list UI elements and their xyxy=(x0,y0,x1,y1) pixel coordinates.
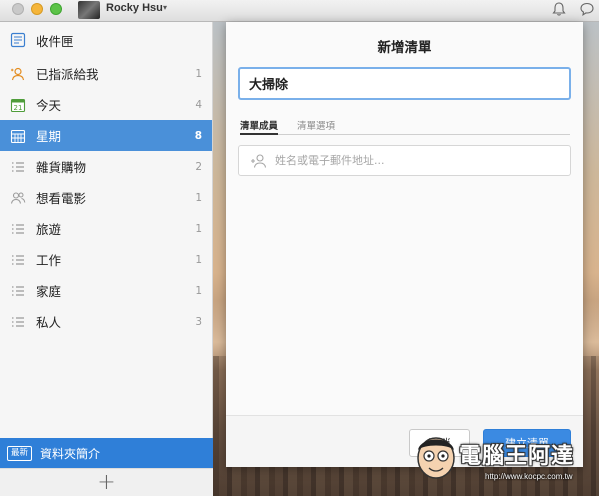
sidebar-item-count: 4 xyxy=(195,98,202,111)
sidebar-item-assigned[interactable]: 已指派給我 1 xyxy=(0,58,212,89)
list-icon xyxy=(10,221,26,237)
sidebar-item-work[interactable]: 工作 1 xyxy=(0,244,212,275)
add-list-button[interactable]: + xyxy=(0,468,213,496)
user-name[interactable]: Rocky Hsu xyxy=(106,2,163,14)
sidebar-item-label: 旅遊 xyxy=(36,222,62,237)
watermark-text: 電腦王阿達 xyxy=(459,444,575,469)
sidebar-item-count: 1 xyxy=(195,67,202,80)
sidebar-item-label: 今天 xyxy=(36,98,62,113)
minimize-window-button[interactable] xyxy=(31,3,43,15)
sidebar-item-movies[interactable]: 想看電影 1 xyxy=(0,182,212,213)
sidebar-item-count: 8 xyxy=(194,129,202,142)
sidebar-item-label: 收件匣 xyxy=(36,33,74,49)
sidebar-item-count: 1 xyxy=(195,222,202,235)
sidebar-item-label: 雜貨購物 xyxy=(36,160,87,175)
calendar-today-icon: 21 xyxy=(10,97,26,113)
avatar[interactable] xyxy=(78,1,100,19)
sidebar-item-count: 1 xyxy=(195,253,202,266)
tab-list-options[interactable]: 清單選項 xyxy=(297,118,335,135)
shared-list-icon xyxy=(10,190,26,206)
calendar-week-icon xyxy=(10,128,26,144)
sidebar-item-label: 已指派給我 xyxy=(36,67,99,82)
new-list-dialog: 新增清單 清單成員 清單選項 取消 建立清單 xyxy=(226,22,583,467)
bell-icon[interactable] xyxy=(551,1,567,17)
member-email-input[interactable] xyxy=(275,154,570,167)
folder-intro-banner[interactable]: 最新 資料夾簡介 xyxy=(0,438,213,468)
sidebar-item-inbox[interactable]: 收件匣 xyxy=(0,22,212,58)
sidebar-item-groceries[interactable]: 雜貨購物 2 xyxy=(0,151,212,182)
sidebar-item-today[interactable]: 21 今天 4 xyxy=(0,89,212,120)
list-name-input[interactable] xyxy=(238,67,571,100)
list-icon xyxy=(10,314,26,330)
tab-list-members[interactable]: 清單成員 xyxy=(240,118,279,135)
list-icon xyxy=(10,159,26,175)
svg-text:21: 21 xyxy=(14,104,23,112)
close-window-button[interactable] xyxy=(12,3,24,15)
sidebar-item-label: 私人 xyxy=(36,315,62,330)
sidebar-item-label: 星期 xyxy=(36,129,62,144)
dialog-tabs: 清單成員 清單選項 xyxy=(240,116,570,135)
new-badge: 最新 xyxy=(7,445,33,461)
watermark-url: http://www.kocpc.com.tw xyxy=(485,472,573,481)
member-field[interactable] xyxy=(238,145,571,176)
conversation-icon[interactable] xyxy=(579,1,595,17)
sidebar: 收件匣 已指派給我 1 21 今天 4 星期 8 雜貨購物 2 想看電影 1 旅… xyxy=(0,22,213,496)
list-icon xyxy=(10,252,26,268)
assigned-user-icon xyxy=(10,66,26,82)
title-bar: Rocky Hsu ▾ xyxy=(0,0,599,22)
folder-intro-label: 資料夾簡介 xyxy=(40,446,101,461)
sidebar-item-travel[interactable]: 旅遊 1 xyxy=(0,213,212,244)
sidebar-item-family[interactable]: 家庭 1 xyxy=(0,275,212,306)
sidebar-item-count: 1 xyxy=(195,284,202,297)
dialog-title: 新增清單 xyxy=(377,40,432,56)
sidebar-item-count: 1 xyxy=(195,191,202,204)
plus-icon: + xyxy=(97,469,116,495)
sidebar-item-count: 2 xyxy=(195,160,202,173)
zoom-window-button[interactable] xyxy=(50,3,62,15)
mascot-face-icon xyxy=(417,437,455,479)
watermark: 電腦王阿達 http://www.kocpc.com.tw xyxy=(413,428,593,492)
sidebar-item-count: 3 xyxy=(195,315,202,328)
inbox-icon xyxy=(10,32,26,48)
sidebar-item-label: 家庭 xyxy=(36,284,62,299)
sidebar-item-label: 工作 xyxy=(36,253,62,268)
sidebar-item-private[interactable]: 私人 3 xyxy=(0,306,212,337)
sidebar-item-week[interactable]: 星期 8 xyxy=(0,120,212,151)
list-icon xyxy=(10,283,26,299)
sidebar-item-label: 想看電影 xyxy=(36,191,87,206)
chevron-down-icon[interactable]: ▾ xyxy=(163,3,167,12)
add-person-icon xyxy=(251,153,267,168)
